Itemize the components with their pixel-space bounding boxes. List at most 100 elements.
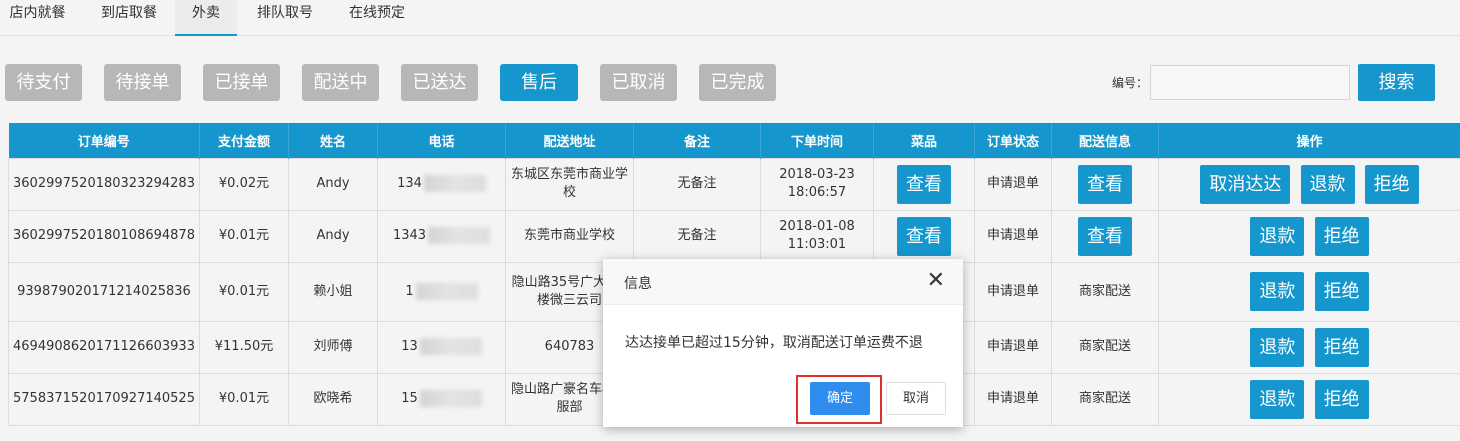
table-row: 3602997520180108694878 ¥0.01元 Andy 1343 … <box>8 209 1460 263</box>
reject-button[interactable]: 拒绝 <box>1364 164 1419 204</box>
order-time: 2018-03-23 18:06:57 <box>760 157 874 211</box>
customer-phone: 1343 <box>392 228 427 243</box>
table-row: 3602997520180323294283 ¥0.02元 Andy 134 东… <box>8 157 1460 211</box>
order-amount: ¥0.01元 <box>199 209 289 263</box>
actions-cell: 退款 拒绝 <box>1158 320 1460 374</box>
col-note: 备注 <box>633 123 761 158</box>
table-header-row: 订单编号 支付金额 姓名 电话 配送地址 备注 下单时间 菜品 订单状态 配送信… <box>8 123 1460 158</box>
delivery-info: 商家配送 <box>1051 372 1159 426</box>
dialog-title: 信息 <box>624 276 652 292</box>
filter-pending-accept[interactable]: 待接单 <box>104 64 181 101</box>
phone-redaction <box>428 227 491 244</box>
delivery-address: 东城区东莞市商业学校 <box>505 157 634 211</box>
refund-button[interactable]: 退款 <box>1250 272 1305 311</box>
phone-redaction <box>415 282 478 300</box>
customer-phone-cell: 13 <box>377 320 506 374</box>
delivery-info: 商家配送 <box>1051 320 1159 374</box>
search-button[interactable]: 搜索 <box>1358 64 1435 101</box>
filter-delivering[interactable]: 配送中 <box>302 64 379 101</box>
filter-after-sales[interactable]: 售后 <box>500 64 578 101</box>
customer-name: Andy <box>288 209 378 263</box>
refund-button[interactable]: 退款 <box>1250 379 1305 419</box>
cancel-button[interactable]: 取消 <box>886 382 946 415</box>
customer-phone: 134 <box>397 176 422 191</box>
actions-cell: 取消达达 退款 拒绝 <box>1158 157 1460 211</box>
customer-phone-cell: 15 <box>377 372 506 426</box>
cancel-dada-button[interactable]: 取消达达 <box>1200 164 1291 204</box>
reject-button[interactable]: 拒绝 <box>1314 379 1369 419</box>
top-tab-bar: 店内就餐 到店取餐 外卖 排队取号 在线预定 <box>0 0 1460 36</box>
customer-name: Andy <box>288 157 378 211</box>
order-status: 申请退单 <box>974 372 1052 426</box>
order-note: 无备注 <box>633 157 761 211</box>
order-status: 申请退单 <box>974 157 1052 211</box>
col-actions: 操作 <box>1158 123 1460 158</box>
order-status: 申请退单 <box>974 209 1052 263</box>
phone-redaction <box>419 390 482 407</box>
order-time: 2018-01-08 11:03:01 <box>760 209 874 263</box>
view-dishes-button[interactable]: 查看 <box>897 216 951 256</box>
col-dishes: 菜品 <box>873 123 975 158</box>
order-status: 申请退单 <box>974 320 1052 374</box>
tab-queue[interactable]: 排队取号 <box>242 0 328 36</box>
tab-reservation[interactable]: 在线预定 <box>334 0 420 36</box>
col-order-id: 订单编号 <box>8 123 200 158</box>
col-amount: 支付金额 <box>199 123 289 158</box>
tab-takeout[interactable]: 外卖 <box>175 0 237 36</box>
tab-dine-in[interactable]: 店内就餐 <box>0 0 75 36</box>
customer-name: 刘师傅 <box>288 320 378 374</box>
tab-pickup[interactable]: 到店取餐 <box>86 0 172 36</box>
reject-button[interactable]: 拒绝 <box>1314 327 1369 367</box>
order-id: 5758371520170927140525 <box>8 372 200 426</box>
customer-phone-cell: 1 <box>377 261 506 322</box>
actions-cell: 退款 拒绝 <box>1158 209 1460 263</box>
order-id: 3602997520180108694878 <box>8 209 200 263</box>
order-note: 无备注 <box>633 209 761 263</box>
view-dishes-button[interactable]: 查看 <box>897 164 951 204</box>
refund-button[interactable]: 退款 <box>1250 216 1305 256</box>
refund-button[interactable]: 退款 <box>1300 164 1355 204</box>
phone-redaction <box>423 175 486 192</box>
customer-phone-cell: 134 <box>377 157 506 211</box>
customer-phone: 13 <box>401 339 418 354</box>
actions-cell: 退款 拒绝 <box>1158 261 1460 322</box>
filter-cancelled[interactable]: 已取消 <box>600 64 677 101</box>
delivery-info: 商家配送 <box>1051 261 1159 322</box>
confirm-button[interactable]: 确定 <box>810 382 870 415</box>
order-id: 9398790201712140258​36 <box>8 261 200 322</box>
phone-redaction <box>419 338 482 355</box>
col-status: 订单状态 <box>974 123 1052 158</box>
customer-name: 欧晓希 <box>288 372 378 426</box>
col-order-time: 下单时间 <box>760 123 874 158</box>
info-dialog: 信息 ✕ 达达接单已超过15分钟，取消配送订单运费不退 确定 取消 <box>603 259 963 427</box>
order-status: 申请退单 <box>974 261 1052 322</box>
dialog-header: 信息 ✕ <box>603 259 963 305</box>
refund-button[interactable]: 退款 <box>1250 327 1305 367</box>
order-amount: ¥0.02元 <box>199 157 289 211</box>
order-amount: ¥11.50元 <box>199 320 289 374</box>
delivery-cell: 查看 <box>1051 157 1159 211</box>
order-amount: ¥0.01元 <box>199 372 289 426</box>
filter-pending-payment[interactable]: 待支付 <box>5 64 82 101</box>
delivery-address: 东莞市商业学校 <box>505 209 634 263</box>
dishes-cell: 查看 <box>873 209 975 263</box>
dialog-message: 达达接单已超过15分钟，取消配送订单运费不退 <box>625 335 923 351</box>
reject-button[interactable]: 拒绝 <box>1314 216 1369 256</box>
filter-delivered[interactable]: 已送达 <box>401 64 478 101</box>
order-id: 3602997520180323294283 <box>8 157 200 211</box>
reject-button[interactable]: 拒绝 <box>1314 272 1369 311</box>
col-address: 配送地址 <box>505 123 634 158</box>
view-delivery-button[interactable]: 查看 <box>1078 164 1132 204</box>
filter-completed[interactable]: 已完成 <box>699 64 776 101</box>
order-amount: ¥0.01元 <box>199 261 289 322</box>
search-label: 编号： <box>1112 76 1149 90</box>
view-delivery-button[interactable]: 查看 <box>1078 216 1132 256</box>
customer-name: 赖小姐 <box>288 261 378 322</box>
col-phone: 电话 <box>377 123 506 158</box>
col-name: 姓名 <box>288 123 378 158</box>
filter-accepted[interactable]: 已接单 <box>203 64 280 101</box>
dishes-cell: 查看 <box>873 157 975 211</box>
actions-cell: 退款 拒绝 <box>1158 372 1460 426</box>
search-input[interactable] <box>1150 65 1350 100</box>
close-icon[interactable]: ✕ <box>927 270 945 292</box>
